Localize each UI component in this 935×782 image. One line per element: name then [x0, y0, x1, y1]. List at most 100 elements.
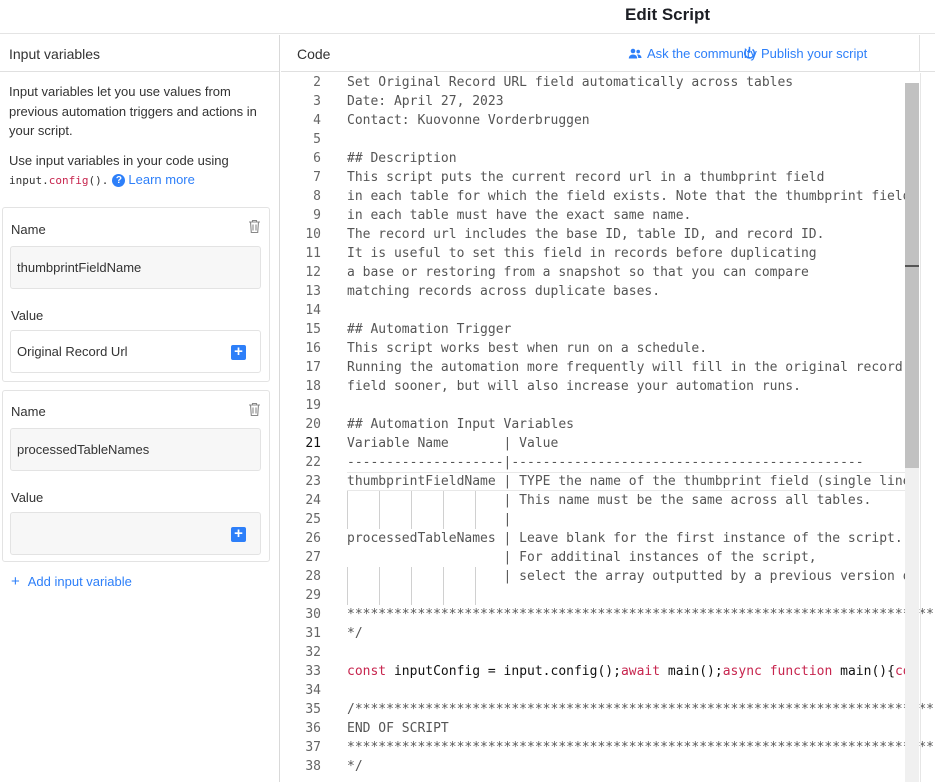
- code-text: inputConfig = input.config();: [386, 664, 621, 679]
- code-line: |: [347, 512, 512, 527]
- line-number: 12: [305, 265, 321, 280]
- name-label: Name: [11, 222, 46, 237]
- trash-icon[interactable]: [248, 219, 261, 234]
- code-parens: ().: [88, 174, 109, 187]
- add-input-variable-button[interactable]: + Add input variable: [11, 573, 132, 590]
- code-config: config: [48, 174, 89, 187]
- add-value-button[interactable]: +: [231, 526, 246, 542]
- code-line: */: [347, 759, 363, 774]
- line-number: 17: [305, 360, 321, 375]
- variable-value-field[interactable]: Original Record Url +: [10, 330, 261, 373]
- code-line: This script puts the current record url …: [347, 170, 825, 185]
- input-variables-header: Input variables: [0, 35, 279, 72]
- indent-guide: [475, 567, 476, 586]
- keyword-function: function: [769, 664, 833, 679]
- line-number: 6: [313, 151, 321, 166]
- line-number: 25: [305, 512, 321, 527]
- editor-edge: [920, 73, 921, 782]
- add-value-button[interactable]: +: [231, 344, 246, 360]
- code-line: END OF SCRIPT: [347, 721, 449, 736]
- plus-icon: +: [11, 573, 20, 590]
- code-line: */: [347, 626, 363, 641]
- code-line: thumbprintFieldName | TYPE the name of t…: [347, 474, 911, 489]
- keyword-async: async: [722, 664, 762, 679]
- variable-value-field[interactable]: +: [10, 512, 261, 555]
- keyword-await: await: [620, 664, 661, 679]
- usage-text: Use input variables in your code using i…: [9, 151, 270, 191]
- line-number: 5: [313, 132, 321, 147]
- code-editor[interactable]: 2 3 4 5 6 7 8 9 10 11 12 13 14 15 16 17 18 19 20 21 22 23 24 25…: [281, 73, 935, 782]
- code-line: | select the array outputted by a previo…: [347, 569, 919, 584]
- value-label: Value: [11, 308, 44, 323]
- line-number: 2: [313, 75, 321, 90]
- code-text: main();: [660, 664, 723, 679]
- publish-script-link[interactable]: Publish your script: [743, 46, 867, 61]
- code-line: Contact: Kuovonne Vorderbruggen: [347, 113, 590, 128]
- line-number: 28: [305, 569, 321, 584]
- usage-prefix: Use input variables in your code using: [9, 152, 229, 168]
- line-number: 16: [305, 341, 321, 356]
- scrollbar-thumb[interactable]: [905, 83, 919, 468]
- description-text: Input variables let you use values from …: [9, 84, 257, 138]
- title-bar: Edit Script: [0, 0, 935, 34]
- indent-guide: [379, 510, 380, 529]
- indent-guide: [475, 491, 476, 510]
- indent-guide: [411, 491, 412, 510]
- code-line: | This name must be the same across all …: [347, 493, 872, 508]
- line-number: 13: [305, 284, 321, 299]
- line-number: 37: [305, 740, 321, 755]
- line-number: 34: [305, 683, 321, 698]
- indent-guide: [443, 586, 444, 605]
- keyword-const: const: [347, 664, 387, 679]
- code-title: Code: [297, 46, 331, 62]
- help-icon[interactable]: ?: [112, 174, 126, 187]
- community-icon: [628, 48, 642, 59]
- ask-community-label: Ask the community: [647, 46, 757, 61]
- code-line: This script works best when run on a sch…: [347, 341, 708, 356]
- name-label: Name: [11, 404, 46, 419]
- indent-guide: [379, 491, 380, 510]
- variable-value-text: Original Record Url: [17, 344, 128, 359]
- indent-guide: [347, 567, 348, 586]
- code-line: ****************************************…: [347, 607, 935, 622]
- page-title: Edit Script: [625, 5, 711, 24]
- indent-guide: [411, 510, 412, 529]
- indent-guide: [347, 510, 348, 529]
- indent-guide: [411, 567, 412, 586]
- line-number: 4: [313, 113, 321, 128]
- code-dot: .: [42, 174, 49, 187]
- line-number: 9: [313, 208, 321, 223]
- line-number: 27: [305, 550, 321, 565]
- line-number: 26: [305, 531, 321, 546]
- input-variables-description: Input variables let you use values from …: [0, 72, 279, 191]
- learn-more-link[interactable]: Learn more: [128, 172, 194, 187]
- line-number: 35: [305, 702, 321, 717]
- code-line: const inputConfig = input.config();await…: [347, 662, 911, 681]
- indent-guide: [411, 586, 412, 605]
- trash-icon[interactable]: [248, 402, 261, 417]
- header-divider: [919, 35, 920, 72]
- line-number: 36: [305, 721, 321, 736]
- variable-name-input[interactable]: thumbprintFieldName: [10, 246, 261, 289]
- line-number: 18: [305, 379, 321, 394]
- code-line: field sooner, but will also increase you…: [347, 379, 801, 394]
- code-line: in each table for which the field exists…: [347, 189, 911, 204]
- code-line: --------------------|-------------------…: [347, 455, 864, 470]
- code-line: The record url includes the base ID, tab…: [347, 227, 825, 242]
- line-number-gutter: 2 3 4 5 6 7 8 9 10 11 12 13 14 15 16 17 18 19 20 21 22 23 24 25…: [281, 73, 329, 782]
- ask-community-link[interactable]: Ask the community: [628, 46, 757, 61]
- line-number: 14: [305, 303, 321, 318]
- indent-guide: [379, 586, 380, 605]
- code-line: Date: April 27, 2023: [347, 94, 504, 109]
- line-number: 33: [305, 664, 321, 679]
- publish-icon: [743, 46, 756, 59]
- code-snippet: input.config().: [9, 174, 108, 187]
- code-line: ****************************************…: [347, 740, 935, 755]
- line-number: 38: [305, 759, 321, 774]
- variable-name-input[interactable]: processedTableNames: [10, 428, 261, 471]
- add-input-variable-label: Add input variable: [27, 574, 132, 589]
- value-label: Value: [11, 490, 44, 505]
- input-variables-panel: Input variables Input variables let you …: [0, 35, 280, 782]
- line-number: 31: [305, 626, 321, 641]
